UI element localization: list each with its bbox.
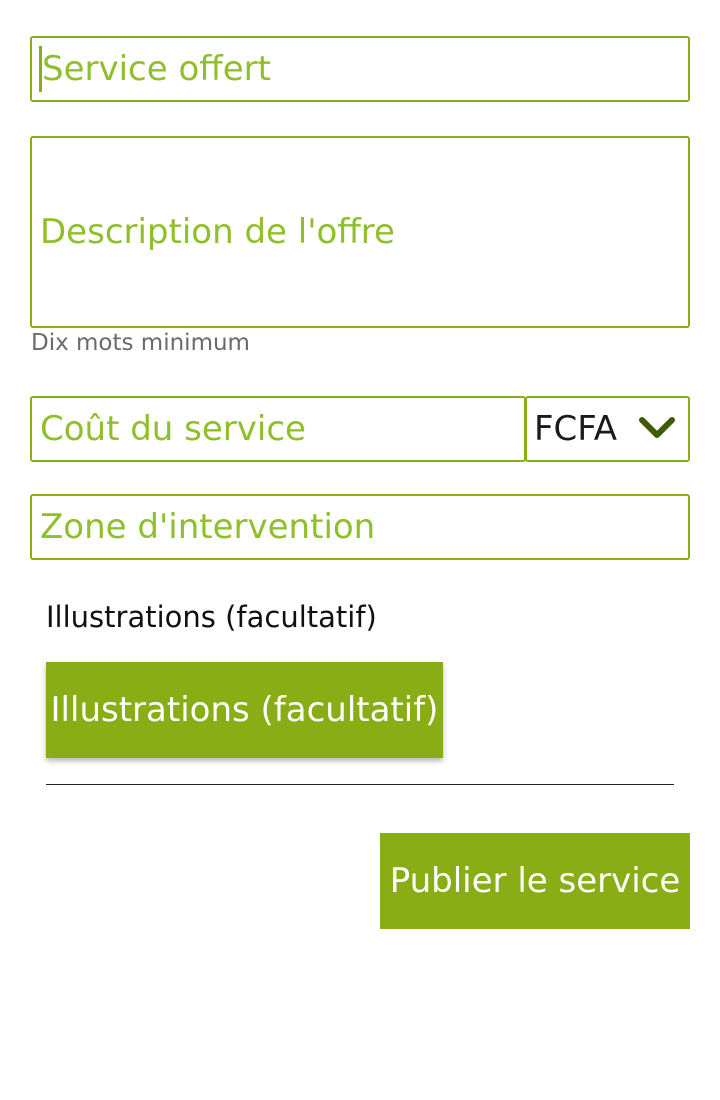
currency-selected-value: FCFA bbox=[534, 409, 617, 449]
intervention-zone-placeholder: Zone d'intervention bbox=[40, 507, 376, 547]
service-offered-placeholder: Service offert bbox=[42, 49, 271, 89]
add-illustrations-button-label: Illustrations (facultatif) bbox=[50, 690, 439, 730]
description-helper-text: Dix mots minimum bbox=[31, 330, 250, 356]
offer-description-textarea[interactable]: Description de l'offre bbox=[30, 136, 690, 328]
add-illustrations-button[interactable]: Illustrations (facultatif) bbox=[46, 662, 443, 758]
text-cursor bbox=[39, 46, 42, 92]
service-form-page: Service offert Description de l'offre Di… bbox=[0, 0, 720, 1100]
chevron-down-icon bbox=[639, 417, 675, 438]
publish-service-button[interactable]: Publier le service bbox=[380, 833, 690, 929]
offer-description-placeholder: Description de l'offre bbox=[40, 212, 395, 252]
service-cost-input[interactable]: Coût du service bbox=[30, 396, 526, 462]
service-cost-placeholder: Coût du service bbox=[40, 409, 306, 449]
section-divider bbox=[46, 784, 674, 785]
illustrations-section-label: Illustrations (facultatif) bbox=[46, 600, 377, 634]
intervention-zone-input[interactable]: Zone d'intervention bbox=[30, 494, 690, 560]
service-offered-input[interactable]: Service offert bbox=[30, 36, 690, 102]
currency-select[interactable]: FCFA bbox=[525, 396, 690, 462]
publish-service-button-label: Publier le service bbox=[389, 861, 681, 901]
